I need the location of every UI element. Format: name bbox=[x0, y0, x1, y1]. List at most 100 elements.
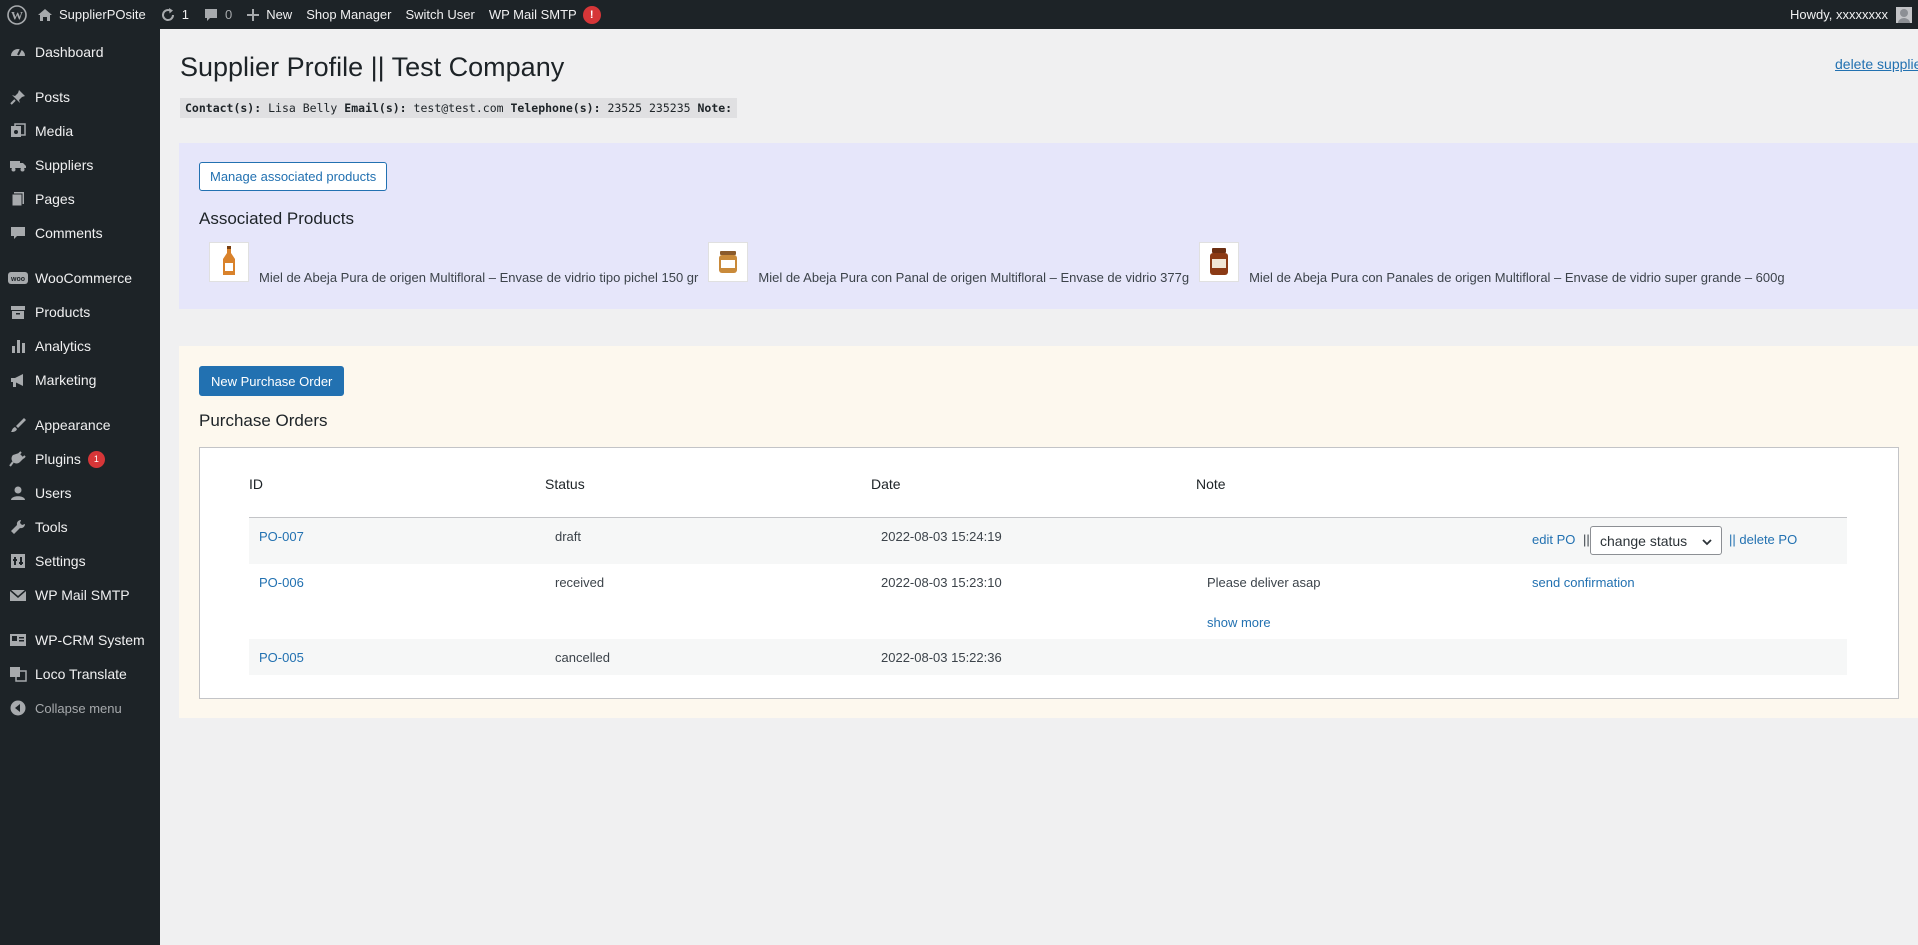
sidebar-item-label: Tools bbox=[35, 519, 68, 535]
sidebar-item-settings[interactable]: Settings bbox=[0, 544, 160, 578]
sidebar-item-label: Products bbox=[35, 304, 91, 320]
purchase-orders-panel: New Purchase Order Purchase Orders ID St… bbox=[179, 346, 1918, 718]
comments-link[interactable]: 0 bbox=[196, 0, 239, 29]
sidebar-item-users[interactable]: Users bbox=[0, 476, 160, 510]
sidebar-item-label: Analytics bbox=[35, 338, 92, 354]
emails-label: Email(s): bbox=[344, 101, 407, 115]
pin-icon bbox=[8, 87, 28, 107]
megaphone-icon bbox=[8, 370, 28, 390]
admin-bar: W SupplierPOsite 1 0 New Shop Manager Sw… bbox=[0, 0, 1918, 29]
wp-mail-smtp-link[interactable]: WP Mail SMTP ! bbox=[482, 0, 608, 29]
sidebar-item-wp-crm-system[interactable]: WP-CRM System bbox=[0, 623, 160, 657]
updates-link[interactable]: 1 bbox=[153, 0, 196, 29]
table-row: PO-007 draft 2022-08-03 15:24:19 edit PO… bbox=[249, 518, 1847, 564]
product-name: Miel de Abeja Pura de origen Multifloral… bbox=[259, 270, 699, 285]
po-id-link[interactable]: PO-005 bbox=[259, 650, 304, 665]
my-account-link[interactable]: Howdy, xxxxxxxx bbox=[1783, 0, 1918, 29]
po-id-link[interactable]: PO-006 bbox=[259, 575, 304, 590]
product-name: Miel de Abeja Pura con Panal de origen M… bbox=[758, 270, 1190, 285]
sidebar-item-comments[interactable]: Comments bbox=[0, 216, 160, 250]
sidebar-item-label: Settings bbox=[35, 553, 86, 569]
sidebar-item-dashboard[interactable]: Dashboard bbox=[0, 35, 160, 69]
table-row: PO-006 received 2022-08-03 15:23:10 Plea… bbox=[249, 564, 1847, 639]
sidebar-item-loco-translate[interactable]: Loco Translate bbox=[0, 657, 160, 691]
po-status: received bbox=[555, 575, 605, 590]
po-date: 2022-08-03 15:23:10 bbox=[881, 575, 1002, 590]
sidebar-item-label: WP-CRM System bbox=[35, 632, 145, 648]
woo-icon: woo bbox=[8, 268, 28, 288]
sidebar-item-label: Suppliers bbox=[35, 157, 94, 173]
svg-text:W: W bbox=[11, 8, 23, 22]
site-name: SupplierPOsite bbox=[59, 7, 146, 22]
show-more-link[interactable]: show more bbox=[1207, 615, 1271, 630]
smtp-alert-badge: ! bbox=[582, 5, 601, 24]
product-item[interactable]: Miel de Abeja Pura con Panales de origen… bbox=[1199, 242, 1785, 285]
sidebar-item-products[interactable]: Products bbox=[0, 295, 160, 329]
pages-icon bbox=[8, 189, 28, 209]
user-icon bbox=[8, 483, 28, 503]
collapse-menu-button[interactable]: Collapse menu bbox=[0, 691, 160, 725]
send-confirmation-link[interactable]: send confirmation bbox=[1532, 575, 1635, 590]
wordpress-logo-icon[interactable]: W bbox=[0, 0, 30, 29]
sidebar-item-label: Loco Translate bbox=[35, 666, 127, 682]
po-status: draft bbox=[555, 529, 582, 544]
product-item[interactable]: Miel de Abeja Pura de origen Multifloral… bbox=[209, 242, 698, 285]
comments-count: 0 bbox=[224, 7, 233, 22]
po-id-link[interactable]: PO-007 bbox=[259, 529, 304, 544]
sidebar-item-suppliers[interactable]: Suppliers bbox=[0, 148, 160, 182]
sidebar-item-marketing[interactable]: Marketing bbox=[0, 363, 160, 397]
purchase-orders-table: ID Status Date Note PO-007 draft 2022-08… bbox=[199, 447, 1899, 699]
main-content: Supplier Profile || Test Company delete … bbox=[160, 29, 1918, 945]
sidebar-item-label: Dashboard bbox=[35, 44, 104, 60]
sidebar-item-label: Posts bbox=[35, 89, 71, 105]
sidebar-item-media[interactable]: Media bbox=[0, 114, 160, 148]
sidebar-item-posts[interactable]: Posts bbox=[0, 80, 160, 114]
sidebar-item-appearance[interactable]: Appearance bbox=[0, 408, 160, 442]
column-header-date: Date bbox=[871, 476, 901, 492]
emails-value: test@test.com bbox=[413, 101, 504, 115]
edit-po-link[interactable]: edit PO bbox=[1532, 532, 1575, 547]
associated-products-heading: Associated Products bbox=[199, 209, 354, 228]
updates-count: 1 bbox=[181, 7, 189, 22]
table-row: PO-005 cancelled 2022-08-03 15:22:36 bbox=[249, 639, 1847, 675]
associated-products-list: Miel de Abeja Pura de origen Multifloral… bbox=[209, 242, 1795, 285]
archive-icon bbox=[8, 302, 28, 322]
sidebar-item-plugins[interactable]: Plugins 1 bbox=[0, 442, 160, 476]
plus-icon bbox=[246, 8, 260, 22]
site-name-link[interactable]: SupplierPOsite bbox=[30, 0, 153, 29]
delete-supplier-link[interactable]: delete supplier bbox=[1835, 56, 1918, 72]
delete-po-link[interactable]: || delete PO bbox=[1729, 532, 1797, 547]
supplier-contact-info: Contact(s): Lisa Belly Email(s): test@te… bbox=[180, 98, 738, 118]
sidebar-item-analytics[interactable]: Analytics bbox=[0, 329, 160, 363]
sidebar-item-label: Media bbox=[35, 123, 74, 139]
new-purchase-order-button[interactable]: New Purchase Order bbox=[199, 366, 345, 396]
translate-icon bbox=[8, 664, 28, 684]
collapse-icon bbox=[8, 698, 28, 718]
sidebar-item-label: Pages bbox=[35, 191, 75, 207]
product-thumbnail bbox=[209, 242, 249, 282]
telephone-value: 23525 235235 bbox=[607, 101, 691, 115]
column-header-status: Status bbox=[545, 476, 585, 492]
note-label: Note: bbox=[697, 101, 733, 115]
product-item[interactable]: Miel de Abeja Pura con Panal de origen M… bbox=[708, 242, 1189, 285]
shop-manager-link[interactable]: Shop Manager bbox=[299, 0, 398, 29]
wp-mail-smtp-label: WP Mail SMTP bbox=[488, 7, 577, 22]
brush-icon bbox=[8, 415, 28, 435]
sidebar-item-tools[interactable]: Tools bbox=[0, 510, 160, 544]
sidebar-item-label: Users bbox=[35, 485, 72, 501]
po-note: Please deliver asap bbox=[1207, 575, 1321, 590]
purchase-orders-heading: Purchase Orders bbox=[199, 411, 328, 430]
change-status-select[interactable]: change status bbox=[1590, 526, 1722, 555]
manage-associated-products-button[interactable]: Manage associated products bbox=[199, 162, 388, 191]
sidebar-item-label: WP Mail SMTP bbox=[35, 587, 130, 603]
sidebar-item-wp-mail-smtp[interactable]: WP Mail SMTP bbox=[0, 578, 160, 612]
product-name: Miel de Abeja Pura con Panales de origen… bbox=[1249, 270, 1785, 285]
product-thumbnail bbox=[708, 242, 749, 282]
settings-icon bbox=[8, 551, 28, 571]
switch-user-link[interactable]: Switch User bbox=[398, 0, 481, 29]
sidebar-item-woocommerce[interactable]: woo WooCommerce bbox=[0, 261, 160, 295]
associated-products-panel: Manage associated products Associated Pr… bbox=[179, 143, 1918, 309]
sidebar-item-pages[interactable]: Pages bbox=[0, 182, 160, 216]
new-content-link[interactable]: New bbox=[239, 0, 299, 29]
sidebar-item-label: Plugins bbox=[35, 451, 81, 467]
